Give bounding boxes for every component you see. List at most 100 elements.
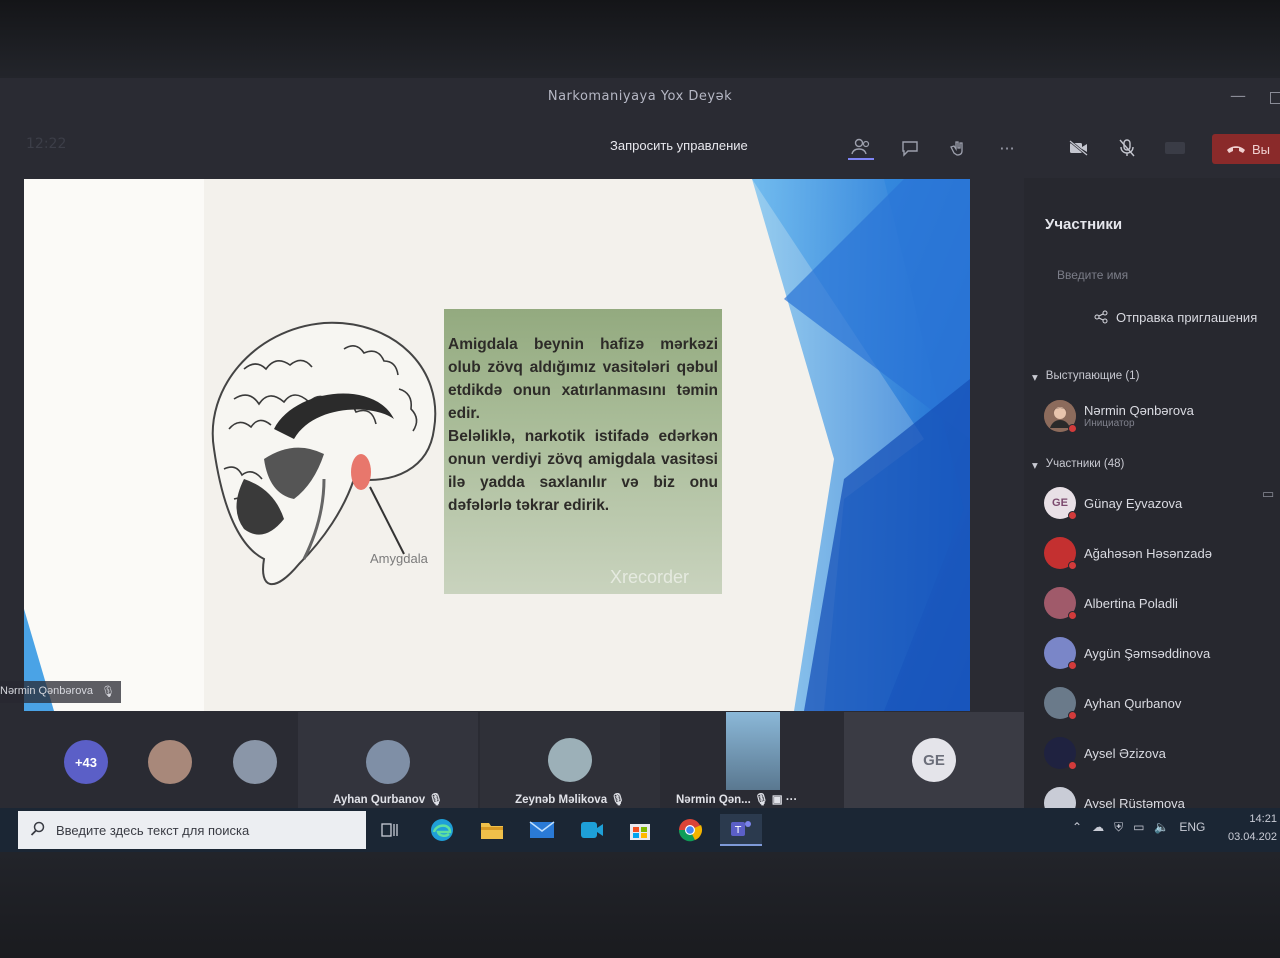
participant-search-input[interactable]	[1045, 258, 1265, 292]
mail-icon[interactable]	[526, 814, 558, 846]
participant-avatar[interactable]	[233, 740, 277, 784]
taskbar-search[interactable]	[18, 811, 366, 849]
volume-icon[interactable]: 🔈	[1154, 820, 1169, 835]
clock-date: 03.04.202	[1228, 831, 1277, 843]
search-icon	[30, 821, 46, 840]
cloud-icon[interactable]: ☁	[1092, 820, 1104, 835]
participants-icon[interactable]	[848, 136, 874, 160]
presenter-name: Nərmin Qənbərova	[1084, 403, 1194, 418]
shared-slide: Amygdala Amigdala beynin hafizə mərkəzi …	[24, 179, 970, 711]
slide-paragraph-1: Amigdala beynin hafizə mərkəzi olub zövq…	[448, 336, 718, 422]
presenters-section-header[interactable]: ▾ Выступающие (1)	[1032, 370, 1139, 384]
presenter-name-tag: Nərmin Qənbərova 🎙	[0, 681, 121, 703]
more-icon[interactable]: ···	[994, 136, 1020, 160]
recorder-watermark: Xrecorder	[610, 567, 690, 587]
mic-off-icon[interactable]	[1114, 136, 1140, 160]
window-title: Narkomaniyaya Yox Deyək	[547, 89, 733, 104]
participants-panel: Участники Отправка приглашения ▾ Выступа…	[1024, 178, 1280, 808]
battery-icon[interactable]: ▭	[1133, 820, 1144, 835]
attendee-name: Aysel Əzizova	[1084, 745, 1166, 761]
monitor-bezel-bottom	[0, 852, 1280, 958]
video-tile[interactable]: GE	[844, 712, 1024, 808]
presenter-role: Инициатор	[1084, 418, 1135, 429]
tile-name: Nərmin Qən... 🎙 ▣ ···	[676, 794, 798, 806]
attendee-row[interactable]: Aysel Rüstəmova	[1044, 783, 1280, 808]
video-tile[interactable]: Zeynəb Məlikova 🎙	[480, 712, 660, 808]
mic-off-small-icon: 🎙	[610, 794, 625, 806]
attendee-row[interactable]: Ağahəsən Həsənzadə	[1044, 533, 1280, 573]
presenter-tag-name: Nərmin Qənbərova	[0, 685, 93, 697]
leave-button[interactable]: Вы	[1212, 134, 1280, 164]
request-control-button[interactable]: Запросить управление	[610, 138, 748, 153]
svg-text:T: T	[734, 825, 742, 836]
participant-avatar[interactable]	[148, 740, 192, 784]
share-link-icon	[1094, 310, 1108, 327]
participant-avatar	[366, 740, 410, 784]
avatar	[1044, 637, 1077, 670]
attendee-name: Aygün Şəmsəddinova	[1084, 645, 1211, 661]
tile-name: Zeynəb Məlikova 🎙	[515, 794, 625, 806]
clock[interactable]: 14:21 03.04.202	[1228, 810, 1277, 846]
clock-time: 14:21	[1249, 813, 1277, 825]
teams-icon[interactable]: T	[720, 814, 762, 846]
participant-initials: GE	[912, 738, 956, 782]
send-invite-button[interactable]: Отправка приглашения	[1094, 310, 1257, 327]
invite-label: Отправка приглашения	[1116, 310, 1258, 325]
attendee-row[interactable]: Aysel Əzizova	[1044, 733, 1280, 773]
minimize-button[interactable]: —	[1230, 86, 1246, 105]
chevron-down-icon: ▾	[1032, 460, 1038, 472]
mic-off-small-icon: 🎙	[100, 686, 115, 698]
avatar	[1044, 737, 1077, 770]
avatar	[1044, 787, 1076, 808]
system-tray: ⌃ ☁ ⛨ ▭ 🔈 ENG	[1072, 820, 1205, 835]
avatar	[1044, 587, 1077, 620]
avatar	[1044, 400, 1077, 433]
slide-paragraph-2: Beləliklə, narkotik istifadə edərkən onu…	[448, 428, 718, 514]
language-indicator[interactable]: ENG	[1179, 820, 1205, 835]
avatar	[1044, 537, 1077, 570]
video-tile[interactable]: Nərmin Qən... 🎙 ▣ ···	[662, 712, 842, 808]
amygdala-label: Amygdala	[370, 551, 428, 566]
meeting-timer: 12:22	[26, 136, 67, 152]
chevron-up-icon[interactable]: ⌃	[1072, 820, 1082, 835]
reactions-icon[interactable]	[945, 136, 971, 160]
file-explorer-icon[interactable]	[476, 814, 508, 846]
video-tiles-strip: +43 Ayhan Qurbanov 🎙 Zeynəb Məlikova 🎙 N…	[0, 712, 1024, 808]
attendee-row[interactable]: Aygün Şəmsəddinova	[1044, 633, 1280, 673]
panel-title: Участники	[1045, 216, 1123, 233]
camera-off-icon[interactable]	[1066, 136, 1092, 160]
avatar	[1044, 687, 1077, 720]
hangup-icon	[1226, 142, 1246, 157]
leave-label: Вы	[1252, 141, 1271, 157]
attendees-header-label: Участники (48)	[1045, 458, 1125, 470]
attendees-section-header[interactable]: ▾ Участники (48)	[1032, 458, 1124, 472]
task-view-icon[interactable]	[374, 814, 406, 846]
taskbar-search-input[interactable]	[56, 822, 346, 838]
store-icon[interactable]	[624, 814, 656, 846]
slide-text-box: Amigdala beynin hafizə mərkəzi olub zövq…	[444, 309, 722, 594]
participant-avatar	[548, 738, 592, 782]
share-tray-icon[interactable]	[1162, 136, 1188, 160]
presenter-row[interactable]: Nərmin Qənbərova Инициатор	[1044, 396, 1280, 436]
attendee-row[interactable]: GE Günay Eyvazova	[1044, 483, 1280, 523]
monitor-bezel-top	[0, 0, 1280, 78]
video-app-icon[interactable]	[576, 814, 608, 846]
tile-name: Ayhan Qurbanov 🎙	[332, 794, 444, 806]
attendee-row[interactable]: Albertina Poladli	[1044, 583, 1280, 623]
attendee-name: Albertina Poladli	[1084, 595, 1178, 611]
attendee-name: Aysel Rüstəmova	[1084, 795, 1185, 809]
attendee-name: Ayhan Qurbanov	[1084, 695, 1182, 711]
avatar: GE	[1044, 487, 1077, 520]
video-tile[interactable]: Ayhan Qurbanov 🎙	[298, 712, 478, 808]
chrome-icon[interactable]	[674, 814, 706, 846]
attendee-row[interactable]: Ayhan Qurbanov	[1044, 683, 1280, 723]
windows-taskbar: T ⌃ ☁ ⛨ ▭ 🔈 ENG 14:21 03.04.202	[0, 808, 1280, 852]
start-button[interactable]	[0, 808, 18, 852]
edge-icon[interactable]	[426, 814, 458, 846]
maximize-button[interactable]	[1270, 92, 1280, 104]
chat-icon[interactable]	[897, 136, 923, 160]
overflow-participants-button[interactable]: +43	[64, 740, 108, 784]
teams-window: Narkomaniyaya Yox Deyək — 12:22 Запросит…	[0, 78, 1280, 852]
presenters-header-label: Выступающие (1)	[1045, 370, 1140, 382]
shield-icon[interactable]: ⛨	[1114, 820, 1123, 835]
